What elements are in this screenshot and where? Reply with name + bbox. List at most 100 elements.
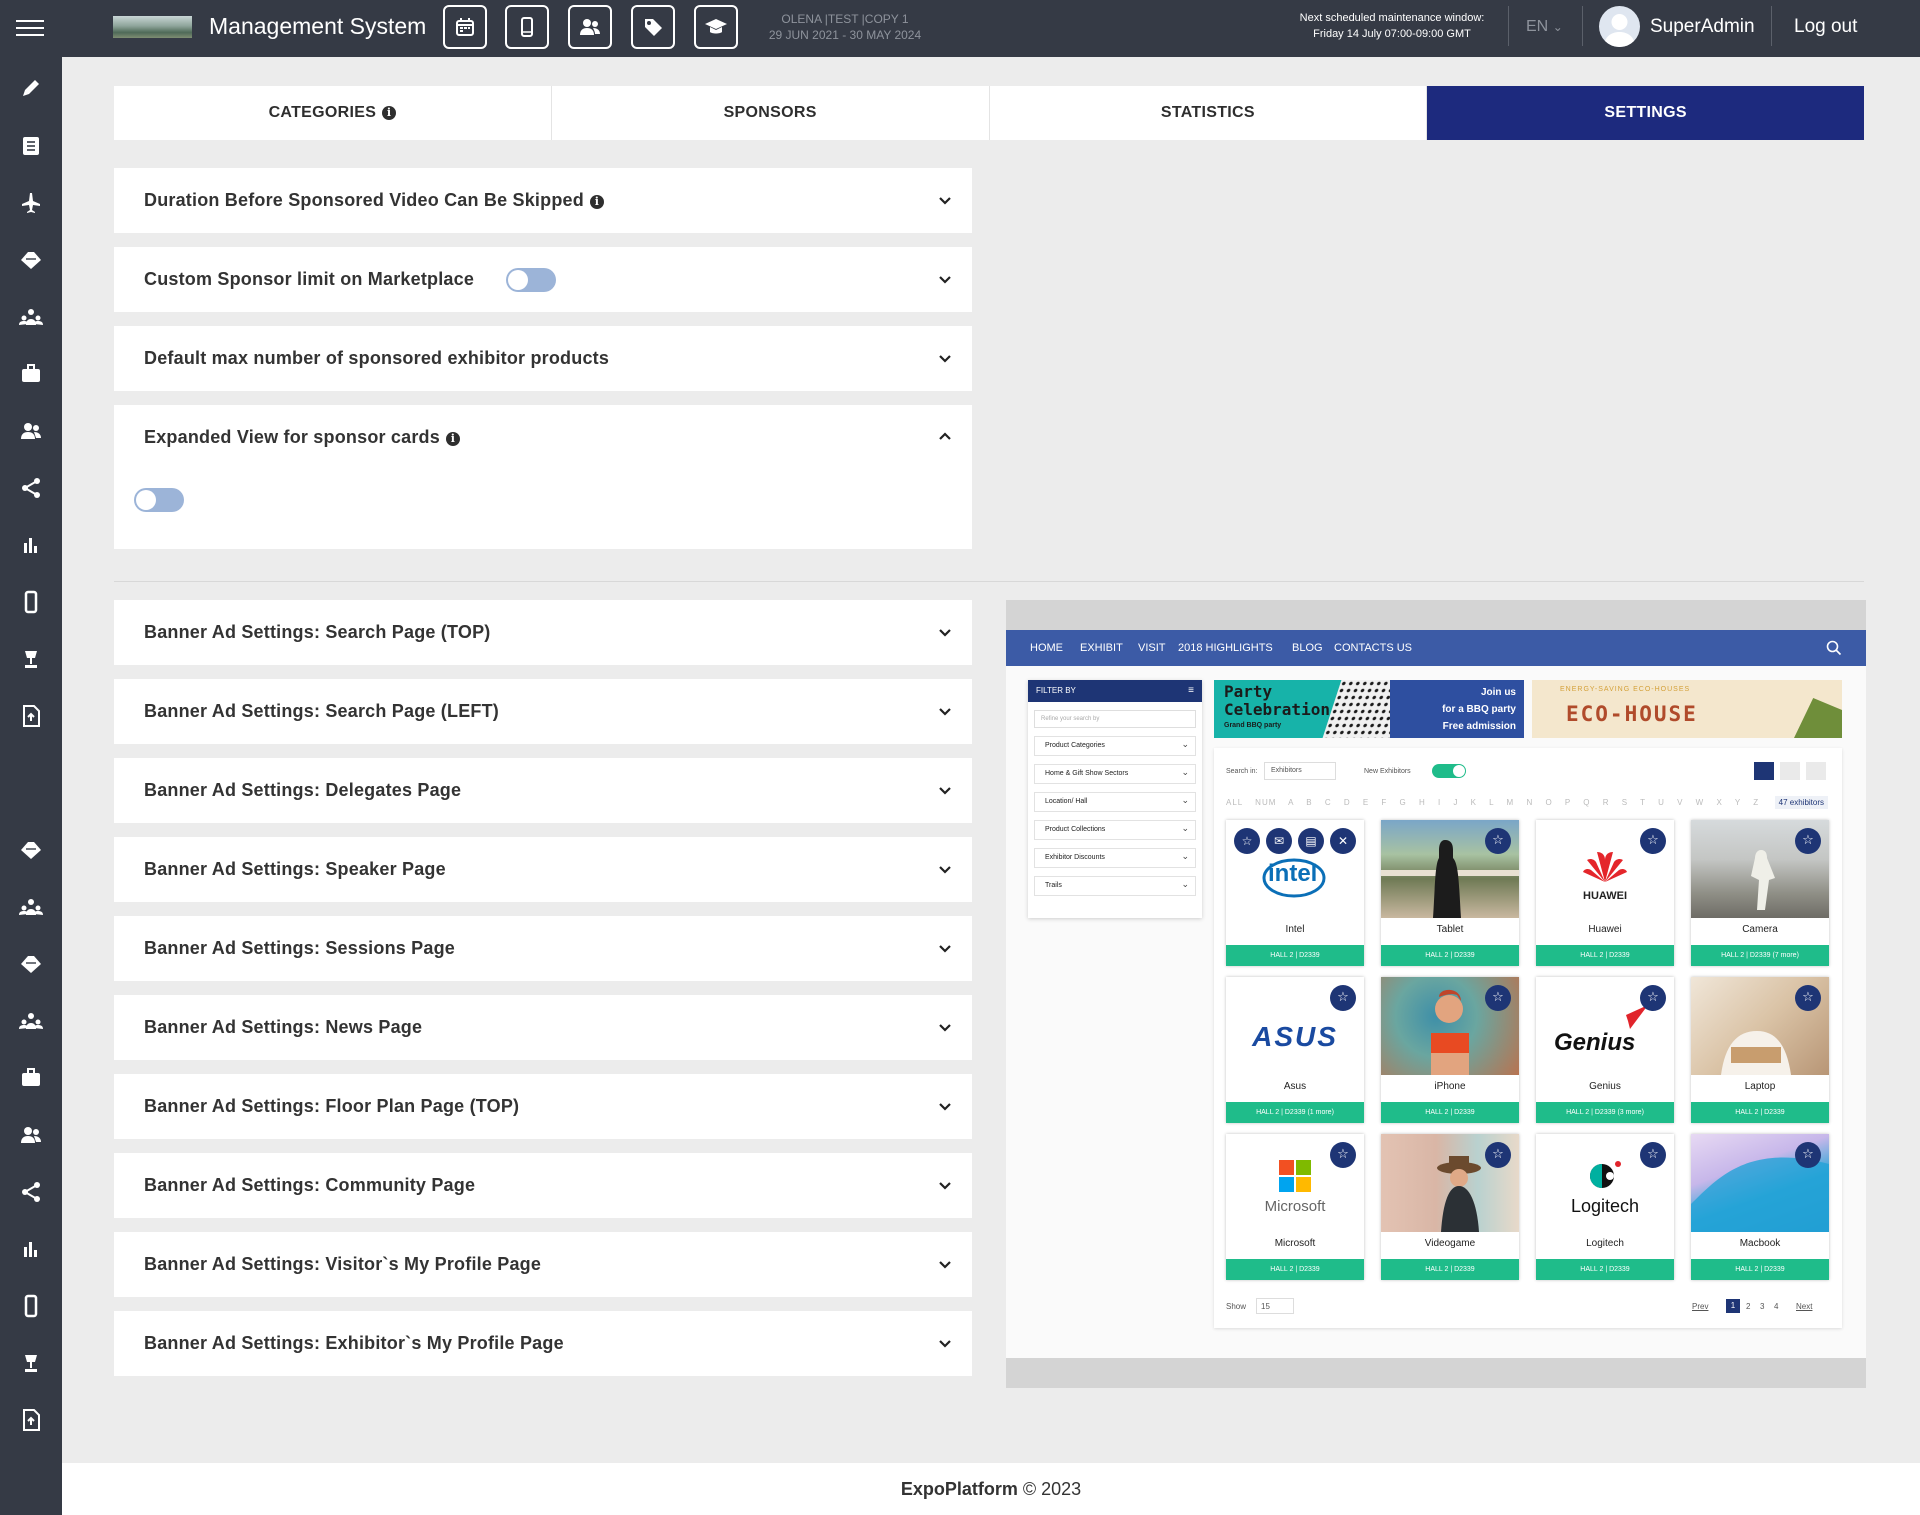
panel-video-skip-duration[interactable]: Duration Before Sponsored Video Can Be S… — [114, 168, 972, 233]
panel-expanded-view[interactable]: Expanded View for sponsor cards i — [114, 405, 972, 549]
panel-title: Banner Ad Settings: Delegates Page — [144, 780, 462, 800]
lamp-icon[interactable] — [18, 1351, 44, 1375]
new-exhibitors-label: New Exhibitors — [1364, 768, 1411, 775]
panel-title: Duration Before Sponsored Video Can Be S… — [144, 190, 604, 211]
mobile-icon[interactable] — [18, 590, 44, 614]
maintenance-notice: Next scheduled maintenance window: Frida… — [1282, 10, 1502, 42]
panel-banner-search-left[interactable]: Banner Ad Settings: Search Page (LEFT) — [114, 679, 972, 744]
user-name[interactable]: SuperAdmin — [1650, 16, 1755, 38]
card-name: Microsoft — [1274, 1238, 1316, 1249]
chevron-down-icon[interactable] — [938, 705, 952, 719]
footer-copy: © 2023 — [1022, 1479, 1082, 1499]
people-icon[interactable] — [568, 5, 612, 49]
chevron-down-icon[interactable] — [938, 863, 952, 877]
preview-nav-item: CONTACTS US — [1334, 642, 1413, 654]
event-info[interactable]: OLENA |TEST |COPY 1 29 JUN 2021 - 30 MAY… — [740, 11, 950, 43]
org-chart-icon[interactable] — [18, 895, 44, 919]
chevron-down-icon[interactable] — [938, 1100, 952, 1114]
pencil-icon[interactable] — [18, 77, 44, 101]
tag-icon[interactable] — [631, 5, 675, 49]
tag-icon[interactable] — [18, 838, 44, 862]
exhibitor-card: ☆ iPhone HALL 2 | D2339 — [1381, 977, 1519, 1123]
tag-icon[interactable] — [18, 248, 44, 272]
chevron-down-icon[interactable] — [938, 273, 952, 287]
close-icon: ✕ — [1330, 828, 1356, 854]
tab-statistics[interactable]: STATISTICS — [990, 86, 1428, 140]
briefcase-icon[interactable] — [18, 1066, 44, 1090]
avatar[interactable] — [1599, 6, 1640, 47]
tab-categories[interactable]: CATEGORIES i — [114, 86, 552, 140]
filter-search: Refine your search by — [1034, 710, 1196, 728]
panel-title: Expanded View for sponsor cards i — [144, 427, 460, 448]
briefcase-icon[interactable] — [18, 362, 44, 386]
chevron-down-icon[interactable] — [938, 942, 952, 956]
sponsor-limit-toggle[interactable] — [506, 268, 556, 292]
tab-sponsors[interactable]: SPONSORS — [552, 86, 990, 140]
info-icon[interactable]: i — [382, 106, 397, 120]
bar-chart-icon[interactable] — [18, 533, 44, 557]
panel-banner-delegates[interactable]: Banner Ad Settings: Delegates Page — [114, 758, 972, 823]
users-icon[interactable] — [18, 419, 44, 443]
upload-file-icon[interactable] — [18, 1408, 44, 1432]
preview-filter-panel: FILTER BY ≡ Refine your search by Product… — [1028, 680, 1202, 918]
plane-icon[interactable] — [18, 191, 44, 215]
share-icon[interactable] — [18, 476, 44, 500]
hamburger-menu-icon[interactable] — [16, 20, 44, 38]
panel-banner-visitor-profile[interactable]: Banner Ad Settings: Visitor`s My Profile… — [114, 1232, 972, 1297]
chevron-down-icon[interactable] — [938, 1258, 952, 1272]
chevron-up-icon[interactable] — [938, 429, 952, 443]
star-icon: ☆ — [1640, 828, 1666, 854]
bar-chart-icon[interactable] — [18, 1237, 44, 1261]
mobile-icon[interactable] — [18, 1294, 44, 1318]
info-icon[interactable]: i — [445, 432, 460, 446]
star-icon: ☆ — [1795, 1142, 1821, 1168]
panel-default-max-products[interactable]: Default max number of sponsored exhibito… — [114, 326, 972, 391]
org-chart-icon[interactable] — [18, 1009, 44, 1033]
chevron-down-icon[interactable] — [938, 1021, 952, 1035]
chevron-down-icon[interactable] — [938, 1337, 952, 1351]
card-name: Camera — [1742, 924, 1778, 935]
event-logo[interactable] — [113, 16, 192, 38]
panel-banner-community[interactable]: Banner Ad Settings: Community Page — [114, 1153, 972, 1218]
filter-item: Exhibitor Discounts — [1034, 847, 1196, 868]
panel-banner-news[interactable]: Banner Ad Settings: News Page — [114, 995, 972, 1060]
panel-banner-speaker[interactable]: Banner Ad Settings: Speaker Page — [114, 837, 972, 902]
upload-file-icon[interactable] — [18, 704, 44, 728]
chevron-down-icon[interactable] — [938, 784, 952, 798]
tab-settings[interactable]: SETTINGS — [1427, 86, 1864, 140]
panel-custom-sponsor-limit[interactable]: Custom Sponsor limit on Marketplace — [114, 247, 972, 312]
card-name: Videogame — [1424, 1238, 1476, 1249]
calendar-icon[interactable] — [443, 5, 487, 49]
lamp-icon[interactable] — [18, 647, 44, 671]
language-select[interactable]: EN ⌄ — [1526, 18, 1563, 36]
org-chart-icon[interactable] — [18, 305, 44, 329]
chevron-down-icon[interactable] — [938, 626, 952, 640]
banner-party-sub: Grand BBQ party — [1224, 722, 1282, 729]
graduation-cap-icon[interactable] — [694, 5, 738, 49]
card-name: Macbook — [1739, 1238, 1781, 1249]
share-icon[interactable] — [18, 1180, 44, 1204]
list-icon[interactable] — [18, 134, 44, 158]
panel-banner-exhibitor-profile[interactable]: Banner Ad Settings: Exhibitor`s My Profi… — [114, 1311, 972, 1376]
card-hall: HALL 2 | D2339 — [1536, 1259, 1674, 1280]
panel-banner-search-top[interactable]: Banner Ad Settings: Search Page (TOP) — [114, 600, 972, 665]
users-icon[interactable] — [18, 1123, 44, 1147]
star-icon: ☆ — [1795, 985, 1821, 1011]
chevron-down-icon[interactable] — [938, 352, 952, 366]
info-icon[interactable]: i — [589, 195, 604, 209]
panel-banner-sessions[interactable]: Banner Ad Settings: Sessions Page — [114, 916, 972, 981]
filter-item: Trails — [1034, 875, 1196, 896]
tag-icon[interactable] — [18, 952, 44, 976]
expanded-view-toggle[interactable] — [134, 488, 184, 512]
preview-nav-item: EXHIBIT — [1080, 642, 1123, 654]
exhibitor-card: ☆ Camera HALL 2 | D2339 (7 more) — [1691, 820, 1829, 966]
card-hall: HALL 2 | D2339 — [1226, 945, 1364, 966]
mobile-icon[interactable] — [505, 5, 549, 49]
chevron-down-icon[interactable] — [938, 194, 952, 208]
panel-title: Banner Ad Settings: Visitor`s My Profile… — [144, 1254, 542, 1274]
chevron-down-icon[interactable] — [938, 1179, 952, 1193]
banner-eco-house: ENERGY-SAVING ECO-HOUSES ECO-HOUSE — [1532, 680, 1842, 738]
list-view-icon — [1806, 762, 1826, 780]
logout-link[interactable]: Log out — [1794, 16, 1857, 38]
panel-banner-floor-plan[interactable]: Banner Ad Settings: Floor Plan Page (TOP… — [114, 1074, 972, 1139]
